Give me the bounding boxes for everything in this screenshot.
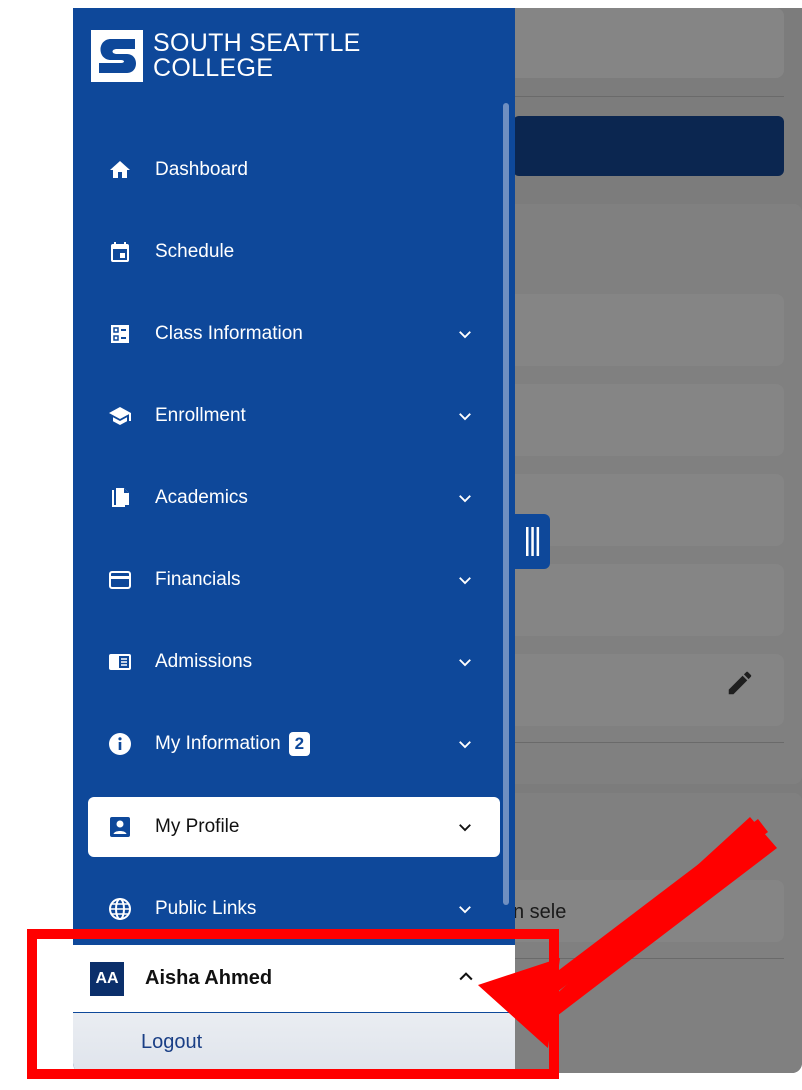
chevron-down-icon: [459, 659, 471, 667]
chevron-down-icon: [459, 413, 471, 421]
sidebar-item-label: Dashboard: [155, 159, 248, 180]
sidebar-item-my-information[interactable]: My Information 2: [88, 714, 500, 774]
grip-lines-icon: [526, 527, 540, 556]
background-primary-button: [513, 116, 784, 176]
chevron-down-icon: [459, 824, 471, 832]
sidebar-item-enrollment[interactable]: Enrollment: [88, 386, 500, 446]
sidebar-item-label: Schedule: [155, 241, 235, 262]
sidebar-resize-handle[interactable]: [515, 514, 550, 569]
sidebar-item-label: Academics: [155, 487, 248, 508]
credit-card-icon: [109, 571, 131, 589]
chevron-down-icon: [459, 495, 471, 503]
calendar-icon: [111, 242, 129, 262]
sidebar-item-academics[interactable]: Academics: [88, 468, 500, 528]
logo-wordmark: SOUTH SEATTLE COLLEGE: [153, 31, 361, 81]
sidebar-item-label: My Profile: [155, 816, 240, 837]
annotation-highlight-box: [27, 929, 559, 1079]
logo-s-mark-icon: [91, 30, 143, 82]
sidebar-item-label: Financials: [155, 569, 241, 590]
sidebar-item-label: Enrollment: [155, 405, 246, 426]
sidebar-item-financials[interactable]: Financials: [88, 550, 500, 610]
sidebar-item-class-information[interactable]: Class Information: [88, 304, 500, 364]
chevron-down-icon: [459, 331, 471, 339]
sidebar-item-label-group: My Information 2: [155, 732, 311, 756]
graduation-cap-icon: [109, 407, 131, 425]
sidebar-item-my-profile[interactable]: My Profile: [88, 797, 500, 857]
documents-icon: [112, 488, 129, 507]
sidebar-item-dashboard[interactable]: Dashboard: [88, 140, 500, 200]
sidebar-scrollbar[interactable]: [503, 103, 509, 905]
sidebar-item-schedule[interactable]: Schedule: [88, 222, 500, 282]
sidebar-item-label: My Information: [155, 733, 281, 754]
sidebar-item-label: Class Information: [155, 323, 303, 344]
logo-line-1: SOUTH SEATTLE: [153, 29, 361, 57]
chevron-down-icon: [459, 741, 471, 749]
sidebar-item-admissions[interactable]: Admissions: [88, 632, 500, 692]
logo-line-2: COLLEGE: [153, 54, 274, 82]
profile-icon: [110, 817, 130, 837]
sidebar-item-label: Admissions: [155, 651, 253, 672]
info-icon: [109, 733, 131, 755]
chevron-down-icon: [459, 577, 471, 585]
globe-icon: [109, 898, 131, 920]
sidebar-nav: SOUTH SEATTLE COLLEGE Dashboard Schedule…: [73, 8, 515, 1073]
sidebar-item-label: Public Links: [155, 898, 257, 919]
chevron-down-icon: [459, 906, 471, 914]
home-icon: [110, 161, 130, 178]
notification-count-badge: 2: [288, 732, 311, 756]
pencil-icon: [728, 671, 752, 695]
background-partial-text: n sele: [513, 901, 567, 923]
admissions-icon: [109, 654, 131, 670]
class-info-icon: [111, 325, 129, 343]
college-logo[interactable]: SOUTH SEATTLE COLLEGE: [91, 30, 361, 82]
